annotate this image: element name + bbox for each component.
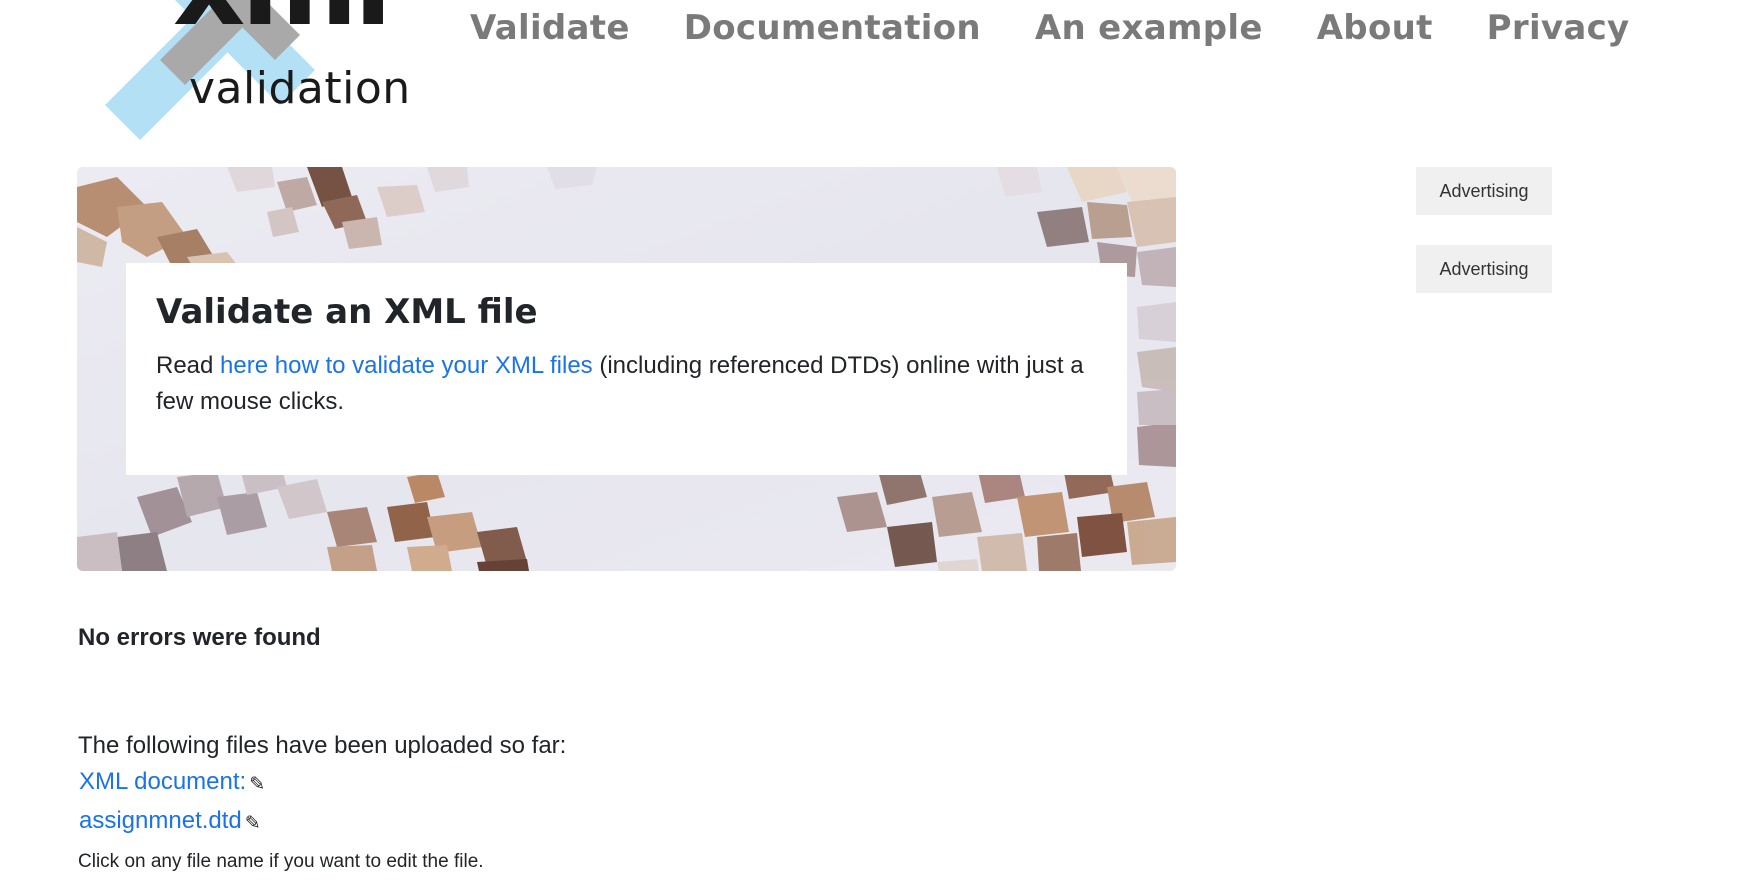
uploaded-file-row: XML document: ✎ <box>79 768 265 796</box>
file-link-xml-document[interactable]: XML document: <box>79 768 246 796</box>
uploaded-file-row: assignmnet.dtd ✎ <box>79 807 261 835</box>
hero-card: Validate an XML file Read here how to va… <box>126 263 1127 475</box>
site-logo[interactable]: xml validation <box>105 0 425 145</box>
validation-result: No errors were found <box>78 624 321 651</box>
pencil-icon[interactable]: ✎ <box>249 773 265 796</box>
nav-documentation[interactable]: Documentation <box>684 8 981 48</box>
uploaded-files-intro: The following files have been uploaded s… <box>78 732 567 759</box>
nav-privacy[interactable]: Privacy <box>1487 8 1630 48</box>
logo-caption: validation <box>189 63 411 114</box>
nav-about[interactable]: About <box>1317 8 1433 48</box>
advertising-slot-1[interactable]: Advertising <box>1416 167 1552 215</box>
page-title: Validate an XML file <box>156 292 538 332</box>
advertising-slot-2[interactable]: Advertising <box>1416 245 1552 293</box>
nav-an-example[interactable]: An example <box>1035 8 1263 48</box>
edit-hint: Click on any file name if you want to ed… <box>78 851 484 872</box>
how-to-validate-link[interactable]: here how to validate your XML files <box>220 352 593 379</box>
file-link-dtd[interactable]: assignmnet.dtd <box>79 807 242 835</box>
pencil-icon[interactable]: ✎ <box>245 812 261 835</box>
nav-validate[interactable]: Validate <box>470 8 630 48</box>
hero-description: Read here how to validate your XML files… <box>156 348 1097 420</box>
main-nav: Validate Documentation An example About … <box>470 0 1684 56</box>
hero-text-before: Read <box>156 352 221 380</box>
hero-banner: Validate an XML file Read here how to va… <box>77 167 1176 571</box>
logo-mark: xml <box>173 0 392 42</box>
